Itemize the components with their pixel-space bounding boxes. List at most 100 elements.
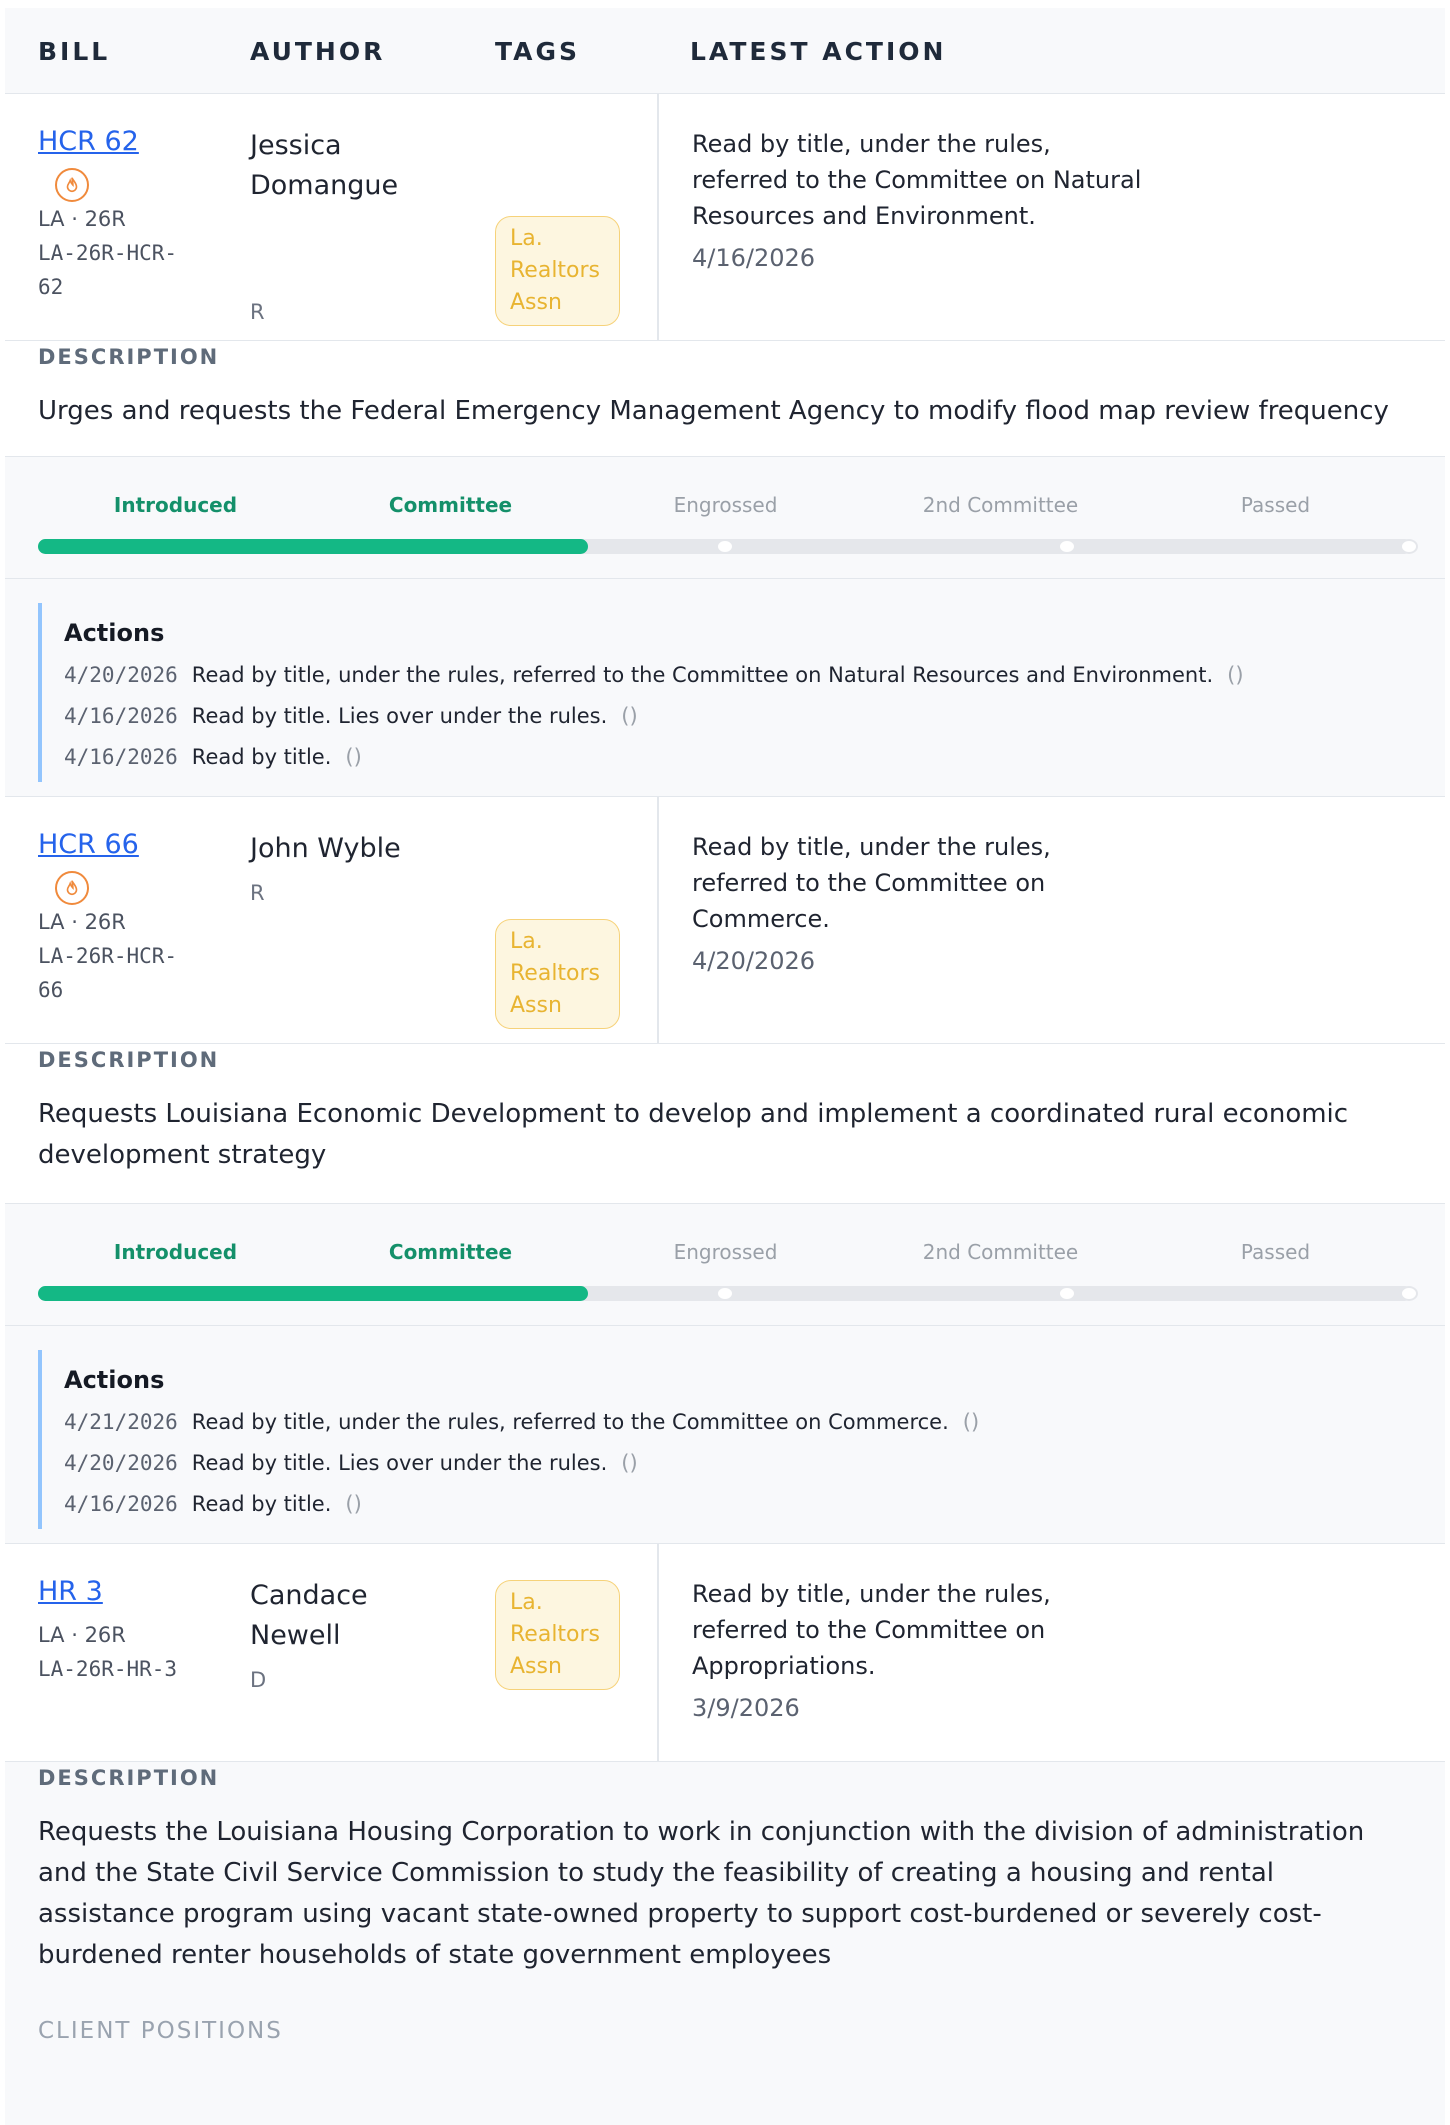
col-header-bill: BILL <box>38 37 111 66</box>
latest-action: Read by title, under the rules, referred… <box>657 1544 1445 1761</box>
description-section: DESCRIPTION Requests Louisiana Economic … <box>5 1044 1445 1204</box>
progress-fill <box>38 1286 588 1301</box>
action-date: 4/16/2026 <box>64 704 178 728</box>
latest-action-date: 3/9/2026 <box>692 1694 800 1722</box>
progress-dot <box>716 539 734 554</box>
latest-action-text: Read by title, under the rules, referred… <box>692 833 1051 933</box>
col-header-latest-action: LATEST ACTION <box>690 37 947 66</box>
bill-row[interactable]: HCR 62 LA · 26R LA-26R-HCR-62 Jessica Do… <box>5 94 1445 341</box>
description-text: Urges and requests the Federal Emergency… <box>38 396 1389 426</box>
table-header: BILL AUTHOR TAGS LATEST ACTION <box>5 8 1445 94</box>
author-name: Jessica Domangue <box>250 130 399 201</box>
bill-code: LA-26R-HCR-66 <box>38 944 178 1002</box>
stage-passed: Passed <box>1240 1240 1311 1264</box>
col-header-tags: TAGS <box>495 37 580 66</box>
action-source[interactable]: () <box>963 1410 979 1434</box>
state-session: LA · 26R <box>38 910 126 934</box>
action-date: 4/16/2026 <box>64 745 178 769</box>
party-label: R <box>250 300 265 324</box>
actions-title: Actions <box>64 1366 165 1394</box>
description-text: Requests Louisiana Economic Development … <box>38 1099 1349 1170</box>
action-source[interactable]: () <box>621 704 637 728</box>
client-positions-label: CLIENT POSITIONS <box>38 2018 283 2044</box>
bill-row[interactable]: HCR 66 LA · 26R LA-26R-HCR-66 John Wyble… <box>5 797 1445 1044</box>
actions-section: Actions 4/21/2026 Read by title, under th… <box>5 1326 1445 1544</box>
tag-badge[interactable]: La. Realtors Assn <box>495 216 620 326</box>
progress-dot <box>716 1286 734 1301</box>
bill-link[interactable]: HR 3 <box>38 1576 103 1607</box>
progress-track <box>38 539 1418 554</box>
action-text: Read by title, under the rules, referred… <box>191 1410 949 1434</box>
bill-link[interactable]: HCR 66 <box>38 829 139 860</box>
action-text: Read by title, under the rules, referred… <box>191 663 1214 687</box>
action-source[interactable]: () <box>345 745 361 769</box>
bill-code: LA-26R-HR-3 <box>38 1657 178 1681</box>
party-label: D <box>250 1668 267 1692</box>
description-label: DESCRIPTION <box>38 1048 220 1072</box>
action-text: Read by title. Lies over under the rules… <box>191 1451 608 1475</box>
latest-action: Read by title, under the rules, referred… <box>657 797 1445 1043</box>
state-session: LA · 26R <box>38 1623 126 1647</box>
bill-info: HR 3 LA · 26R LA-26R-HR-3 Candace Newell… <box>5 1544 657 1761</box>
latest-action-date: 4/20/2026 <box>692 947 816 975</box>
action-item: 4/20/2026 Read by title, under the rules,… <box>64 655 1445 696</box>
stage-engrossed: Engrossed <box>673 1240 778 1264</box>
bill-row[interactable]: HR 3 LA · 26R LA-26R-HR-3 Candace Newell… <box>5 1544 1445 1762</box>
actions-list: Actions 4/21/2026 Read by title, under th… <box>38 1350 1445 1529</box>
stage-committee: Committee <box>388 1240 513 1264</box>
progress-dot <box>1400 539 1418 554</box>
author-name: Candace Newell <box>250 1580 368 1651</box>
tag-badge[interactable]: La. Realtors Assn <box>495 919 620 1029</box>
bill-table: BILL AUTHOR TAGS LATEST ACTION HCR 62 LA… <box>5 8 1445 2125</box>
stage-introduced: Introduced <box>113 493 238 517</box>
actions-section: Actions 4/20/2026 Read by title, under th… <box>5 579 1445 797</box>
latest-action-text: Read by title, under the rules, referred… <box>692 1580 1051 1680</box>
action-date: 4/20/2026 <box>64 1451 178 1475</box>
latest-action-text: Read by title, under the rules, referred… <box>692 130 1142 230</box>
action-date: 4/20/2026 <box>64 663 178 687</box>
stage-committee: Committee <box>388 493 513 517</box>
progress-tracker: Introduced Committee Engrossed 2nd Commi… <box>5 457 1445 579</box>
action-text: Read by title. Lies over under the rules… <box>191 704 608 728</box>
progress-track <box>38 1286 1418 1301</box>
action-source[interactable]: () <box>621 1451 637 1475</box>
fire-icon <box>55 168 89 202</box>
action-item: 4/20/2026 Read by title. Lies over under … <box>64 1443 1445 1484</box>
party-label: R <box>250 881 265 905</box>
action-date: 4/21/2026 <box>64 1410 178 1434</box>
progress-tracker: Introduced Committee Engrossed 2nd Commi… <box>5 1204 1445 1326</box>
action-source[interactable]: () <box>345 1492 361 1516</box>
action-text: Read by title. <box>191 745 332 769</box>
action-text: Read by title. <box>191 1492 332 1516</box>
action-item: 4/16/2026 Read by title. () <box>64 1484 1445 1525</box>
author-name: John Wyble <box>250 833 401 864</box>
fire-icon <box>55 871 89 905</box>
description-section: DESCRIPTION Urges and requests the Feder… <box>5 341 1445 457</box>
actions-list: Actions 4/20/2026 Read by title, under th… <box>38 603 1445 782</box>
progress-dot <box>1058 539 1076 554</box>
progress-dot <box>1400 1286 1418 1301</box>
bill-meta: LA · 26R LA-26R-HCR-66 <box>38 905 188 1007</box>
action-item: 4/16/2026 Read by title. Lies over under … <box>64 696 1445 737</box>
bill-meta: LA · 26R LA-26R-HCR-62 <box>38 202 188 304</box>
action-item: 4/16/2026 Read by title. () <box>64 737 1445 778</box>
progress-fill <box>38 539 588 554</box>
tag-badge[interactable]: La. Realtors Assn <box>495 1580 620 1690</box>
bill-info: HCR 66 LA · 26R LA-26R-HCR-66 John Wyble… <box>5 797 657 1043</box>
bill-info: HCR 62 LA · 26R LA-26R-HCR-62 Jessica Do… <box>5 94 657 340</box>
description-section: DESCRIPTION Requests the Louisiana Housi… <box>5 1762 1445 1994</box>
description-label: DESCRIPTION <box>38 1766 220 1790</box>
bill-link[interactable]: HCR 62 <box>38 126 139 157</box>
latest-action: Read by title, under the rules, referred… <box>657 94 1445 340</box>
description-text: Requests the Louisiana Housing Corporati… <box>38 1817 1365 1970</box>
action-date: 4/16/2026 <box>64 1492 178 1516</box>
stage-engrossed: Engrossed <box>673 493 778 517</box>
stage-2nd-committee: 2nd Committee <box>922 1240 1079 1264</box>
action-source[interactable]: () <box>1227 663 1243 687</box>
stage-introduced: Introduced <box>113 1240 238 1264</box>
client-positions-section: CLIENT POSITIONS <box>5 1994 1445 2125</box>
actions-title: Actions <box>64 619 165 647</box>
description-label: DESCRIPTION <box>38 345 220 369</box>
progress-dot <box>1058 1286 1076 1301</box>
latest-action-date: 4/16/2026 <box>692 244 816 272</box>
